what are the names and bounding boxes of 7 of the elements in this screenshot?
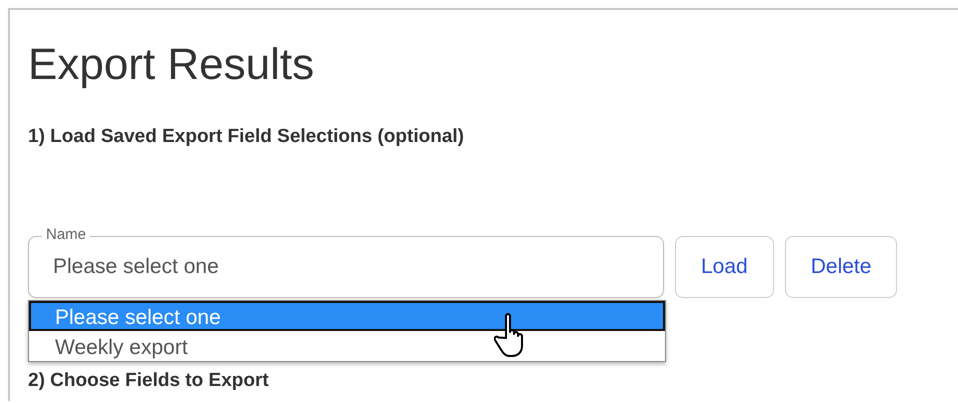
load-delete-button[interactable]: Delete — [784, 236, 898, 298]
load-delete-button[interactable]: Load — [675, 236, 774, 298]
dropdown-option[interactable]: Please select one — [29, 301, 665, 331]
section-heading: 1) Load Saved Export Field Selections (optional) — [28, 126, 466, 148]
page-title: Export Results — [28, 40, 316, 90]
dropdown-option[interactable]: Weekly export — [29, 331, 665, 361]
section-heading: 2) Choose Fields to Export — [28, 370, 270, 392]
